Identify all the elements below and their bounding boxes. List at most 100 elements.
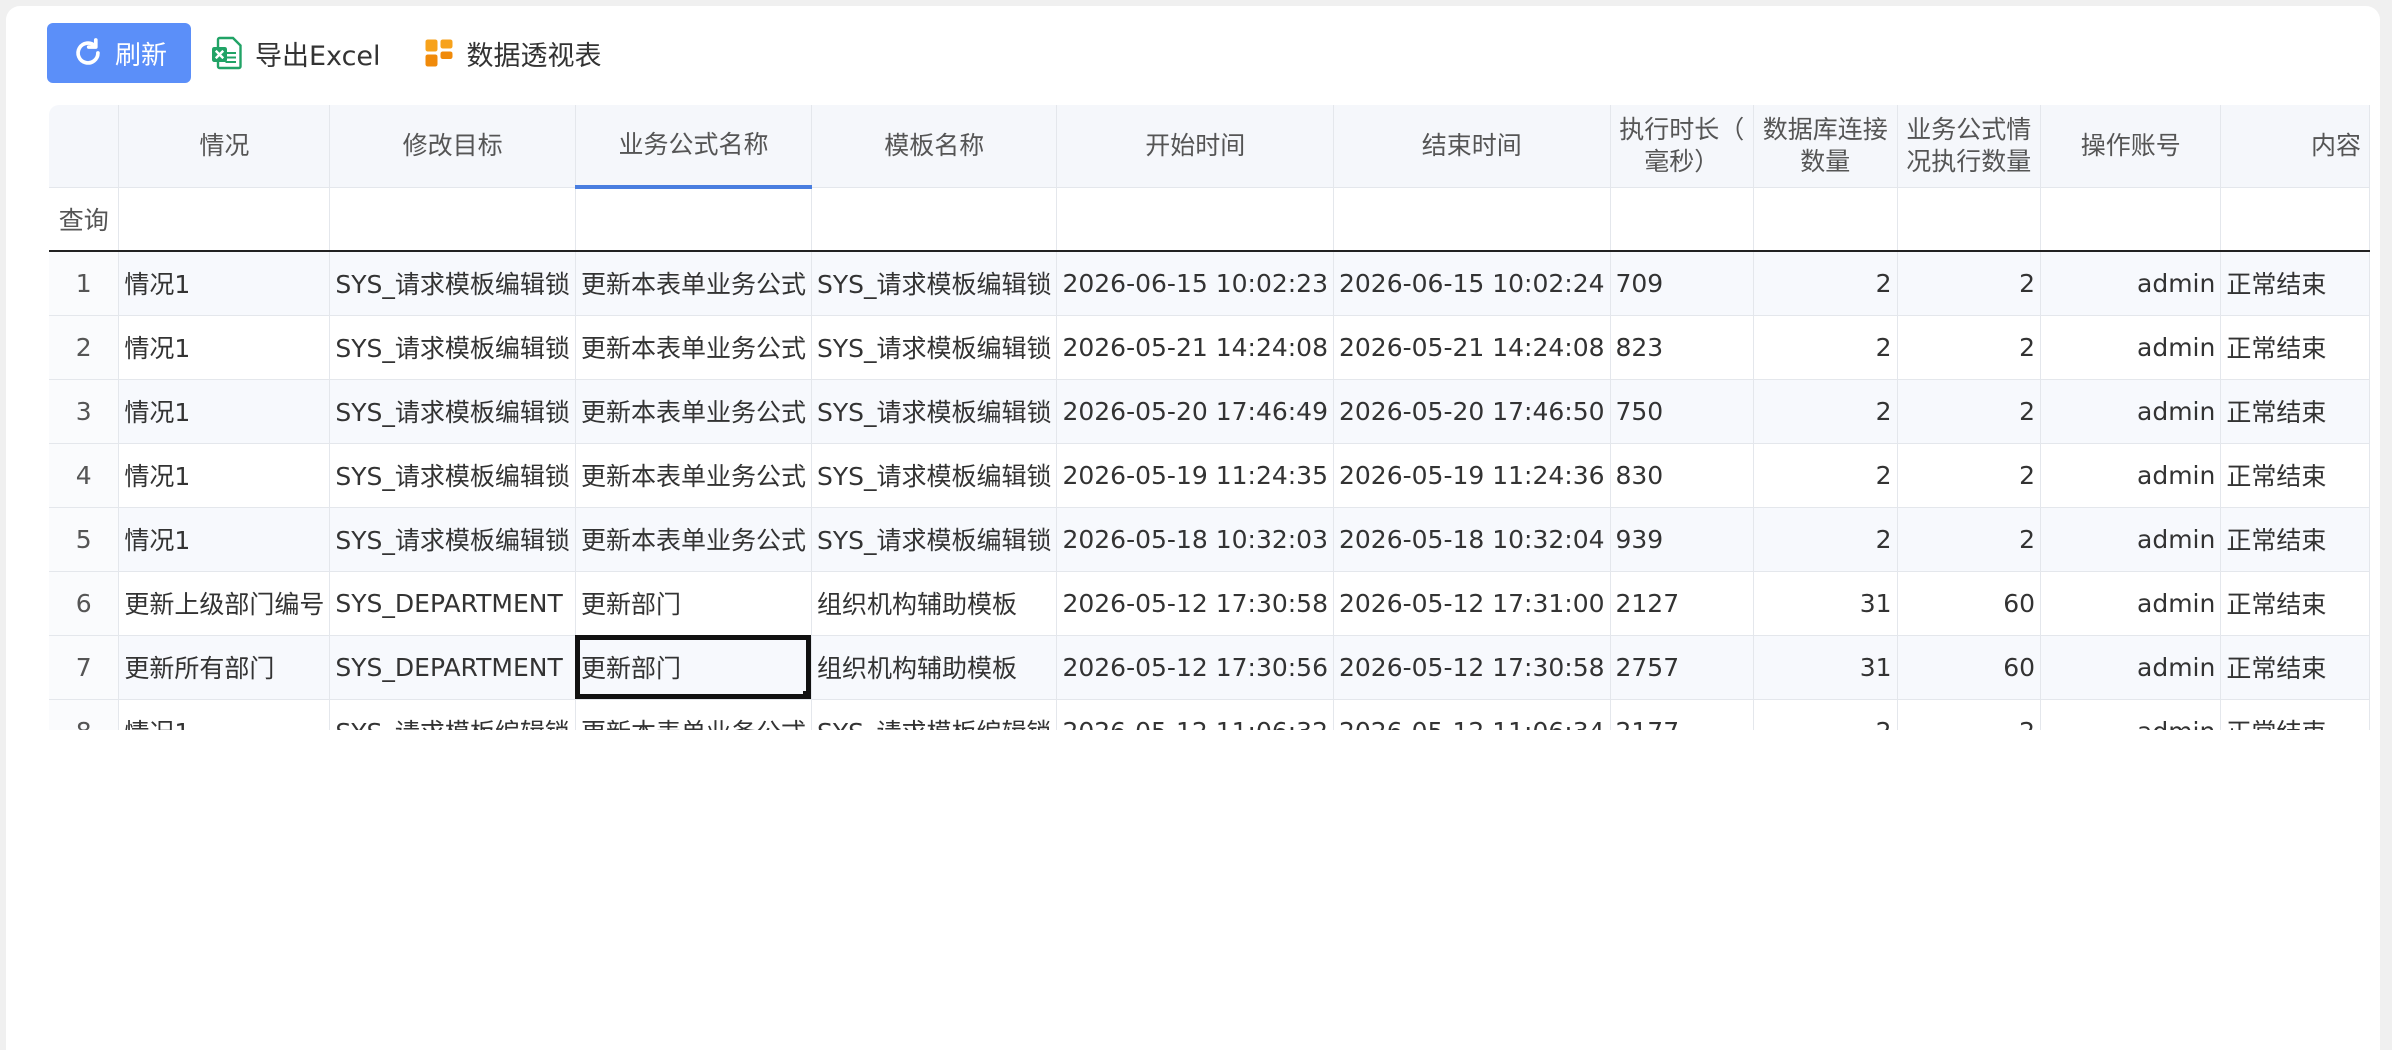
cell-account[interactable]: admin	[2040, 379, 2222, 444]
column-header-account[interactable]: 操作账号	[2040, 105, 2222, 188]
filter-cell-target[interactable]	[329, 187, 576, 252]
cell-formula-name[interactable]: 更新本表单业务公式	[575, 379, 812, 444]
cell-status[interactable]: 情况1	[118, 699, 331, 730]
filter-cell-duration[interactable]	[1610, 187, 1755, 252]
cell-target[interactable]: SYS_DEPARTMENT	[329, 571, 576, 636]
cell-status[interactable]: 情况1	[118, 251, 331, 316]
cell-target[interactable]: SYS_请求模板编辑锁	[329, 251, 576, 316]
filter-cell-content[interactable]	[2220, 187, 2370, 252]
cell-target[interactable]: SYS_请求模板编辑锁	[329, 315, 576, 380]
cell-start-time[interactable]: 2026-05-19 11:24:35	[1056, 443, 1334, 508]
filter-cell-end-time[interactable]	[1333, 187, 1611, 252]
cell-db-connections[interactable]: 2	[1753, 507, 1898, 572]
cell-formula-name[interactable]: 更新本表单业务公式	[575, 251, 812, 316]
cell-content[interactable]: 正常结束	[2220, 315, 2370, 380]
filter-cell-db-connections[interactable]	[1753, 187, 1898, 252]
cell-end-time[interactable]: 2026-05-12 17:31:00	[1333, 571, 1611, 636]
cell-end-time[interactable]: 2026-05-12 17:30:58	[1333, 635, 1611, 700]
cell-formula-exec-count[interactable]: 2	[1897, 507, 2042, 572]
table-row[interactable]: 4 情况1 SYS_请求模板编辑锁 更新本表单业务公式 SYS_请求模板编辑锁 2026-…	[49, 443, 2370, 508]
cell-end-time[interactable]: 2026-06-15 10:02:24	[1333, 251, 1611, 316]
cell-status[interactable]: 情况1	[118, 315, 331, 380]
cell-db-connections[interactable]: 31	[1753, 635, 1898, 700]
cell-start-time[interactable]: 2026-05-21 14:24:08	[1056, 315, 1334, 380]
cell-status[interactable]: 情况1	[118, 443, 331, 508]
cell-formula-exec-count[interactable]: 2	[1897, 251, 2042, 316]
cell-status[interactable]: 更新所有部门	[118, 635, 331, 700]
cell-duration[interactable]: 830	[1610, 443, 1755, 508]
cell-duration[interactable]: 2127	[1610, 571, 1755, 636]
cell-db-connections[interactable]: 2	[1753, 315, 1898, 380]
table-row[interactable]: 5 情况1 SYS_请求模板编辑锁 更新本表单业务公式 SYS_请求模板编辑锁 2026-…	[49, 507, 2370, 572]
cell-formula-exec-count[interactable]: 60	[1897, 635, 2042, 700]
column-header-formula-exec-count[interactable]: 业务公式情 况执行数量	[1897, 105, 2042, 188]
column-header-status[interactable]: 情况	[118, 105, 331, 188]
column-header-target[interactable]: 修改目标	[329, 105, 576, 188]
table-row[interactable]: 2 情况1 SYS_请求模板编辑锁 更新本表单业务公式 SYS_请求模板编辑锁 2026-…	[49, 315, 2370, 380]
refresh-button[interactable]: 刷新	[47, 23, 191, 83]
cell-duration[interactable]: 2757	[1610, 635, 1755, 700]
cell-account[interactable]: admin	[2040, 699, 2222, 730]
cell-template-name[interactable]: SYS_请求模板编辑锁	[811, 507, 1058, 572]
export-excel-button[interactable]: 导出Excel	[209, 34, 381, 73]
cell-formula-name[interactable]: 更新本表单业务公式	[575, 443, 812, 508]
filter-cell-formula-exec-count[interactable]	[1897, 187, 2042, 252]
filter-cell-start-time[interactable]	[1056, 187, 1334, 252]
table-row[interactable]: 1 情况1 SYS_请求模板编辑锁 更新本表单业务公式 SYS_请求模板编辑锁 2026-…	[49, 251, 2370, 316]
cell-end-time[interactable]: 2026-05-20 17:46:50	[1333, 379, 1611, 444]
cell-formula-name[interactable]: 更新部门	[575, 635, 812, 700]
cell-target[interactable]: SYS_请求模板编辑锁	[329, 699, 576, 730]
filter-cell-account[interactable]	[2040, 187, 2222, 252]
cell-start-time[interactable]: 2026-05-20 17:46:49	[1056, 379, 1334, 444]
cell-start-time[interactable]: 2026-05-18 10:32:03	[1056, 507, 1334, 572]
cell-account[interactable]: admin	[2040, 507, 2222, 572]
cell-db-connections[interactable]: 31	[1753, 571, 1898, 636]
cell-account[interactable]: admin	[2040, 443, 2222, 508]
cell-content[interactable]: 正常结束	[2220, 507, 2370, 572]
filter-cell-formula-name[interactable]	[575, 187, 812, 252]
cell-content[interactable]: 正常结束	[2220, 699, 2370, 730]
table-row[interactable]: 8情况1SYS_请求模板编辑锁更新本表单业务公式SYS_请求模板编辑锁2026-…	[49, 699, 2370, 730]
cell-duration[interactable]: 939	[1610, 507, 1755, 572]
cell-db-connections[interactable]: 2	[1753, 699, 1898, 730]
cell-formula-exec-count[interactable]: 60	[1897, 571, 2042, 636]
cell-template-name[interactable]: 组织机构辅助模板	[811, 635, 1058, 700]
cell-template-name[interactable]: SYS_请求模板编辑锁	[811, 443, 1058, 508]
cell-content[interactable]: 正常结束	[2220, 379, 2370, 444]
column-header-db-connections[interactable]: 数据库连接 数量	[1753, 105, 1898, 188]
cell-status[interactable]: 更新上级部门编号	[118, 571, 331, 636]
cell-duration[interactable]: 823	[1610, 315, 1755, 380]
column-header-content[interactable]: 内容	[2220, 105, 2370, 188]
filter-cell-status[interactable]	[118, 187, 331, 252]
cell-db-connections[interactable]: 2	[1753, 251, 1898, 316]
cell-db-connections[interactable]: 2	[1753, 443, 1898, 508]
cell-formula-name[interactable]: 更新本表单业务公式	[575, 507, 812, 572]
cell-template-name[interactable]: SYS_请求模板编辑锁	[811, 379, 1058, 444]
cell-template-name[interactable]: SYS_请求模板编辑锁	[811, 699, 1058, 730]
cell-target[interactable]: SYS_DEPARTMENT	[329, 635, 576, 700]
cell-content[interactable]: 正常结束	[2220, 635, 2370, 700]
cell-duration[interactable]: 2177	[1610, 699, 1755, 730]
cell-target[interactable]: SYS_请求模板编辑锁	[329, 379, 576, 444]
cell-template-name[interactable]: SYS_请求模板编辑锁	[811, 315, 1058, 380]
cell-template-name[interactable]: 组织机构辅助模板	[811, 571, 1058, 636]
table-row[interactable]: 3 情况1 SYS_请求模板编辑锁 更新本表单业务公式 SYS_请求模板编辑锁 2026-…	[49, 379, 2370, 444]
cell-duration[interactable]: 709	[1610, 251, 1755, 316]
cell-db-connections[interactable]: 2	[1753, 379, 1898, 444]
cell-status[interactable]: 情况1	[118, 507, 331, 572]
cell-end-time[interactable]: 2026-05-19 11:24:36	[1333, 443, 1611, 508]
cell-account[interactable]: admin	[2040, 635, 2222, 700]
cell-formula-name[interactable]: 更新部门	[575, 571, 812, 636]
cell-start-time[interactable]: 2026-06-15 10:02:23	[1056, 251, 1334, 316]
filter-cell-template-name[interactable]	[811, 187, 1058, 252]
cell-formula-exec-count[interactable]: 2	[1897, 699, 2042, 730]
cell-start-time[interactable]: 2026-05-12 11:06:32	[1056, 699, 1334, 730]
cell-end-time[interactable]: 2026-05-18 10:32:04	[1333, 507, 1611, 572]
cell-template-name[interactable]: SYS_请求模板编辑锁	[811, 251, 1058, 316]
cell-account[interactable]: admin	[2040, 571, 2222, 636]
cell-formula-exec-count[interactable]: 2	[1897, 443, 2042, 508]
column-header-duration[interactable]: 执行时长（ 毫秒）	[1610, 105, 1755, 188]
pivot-table-button[interactable]: 数据透视表	[421, 34, 602, 73]
cell-target[interactable]: SYS_请求模板编辑锁	[329, 507, 576, 572]
cell-status[interactable]: 情况1	[118, 379, 331, 444]
